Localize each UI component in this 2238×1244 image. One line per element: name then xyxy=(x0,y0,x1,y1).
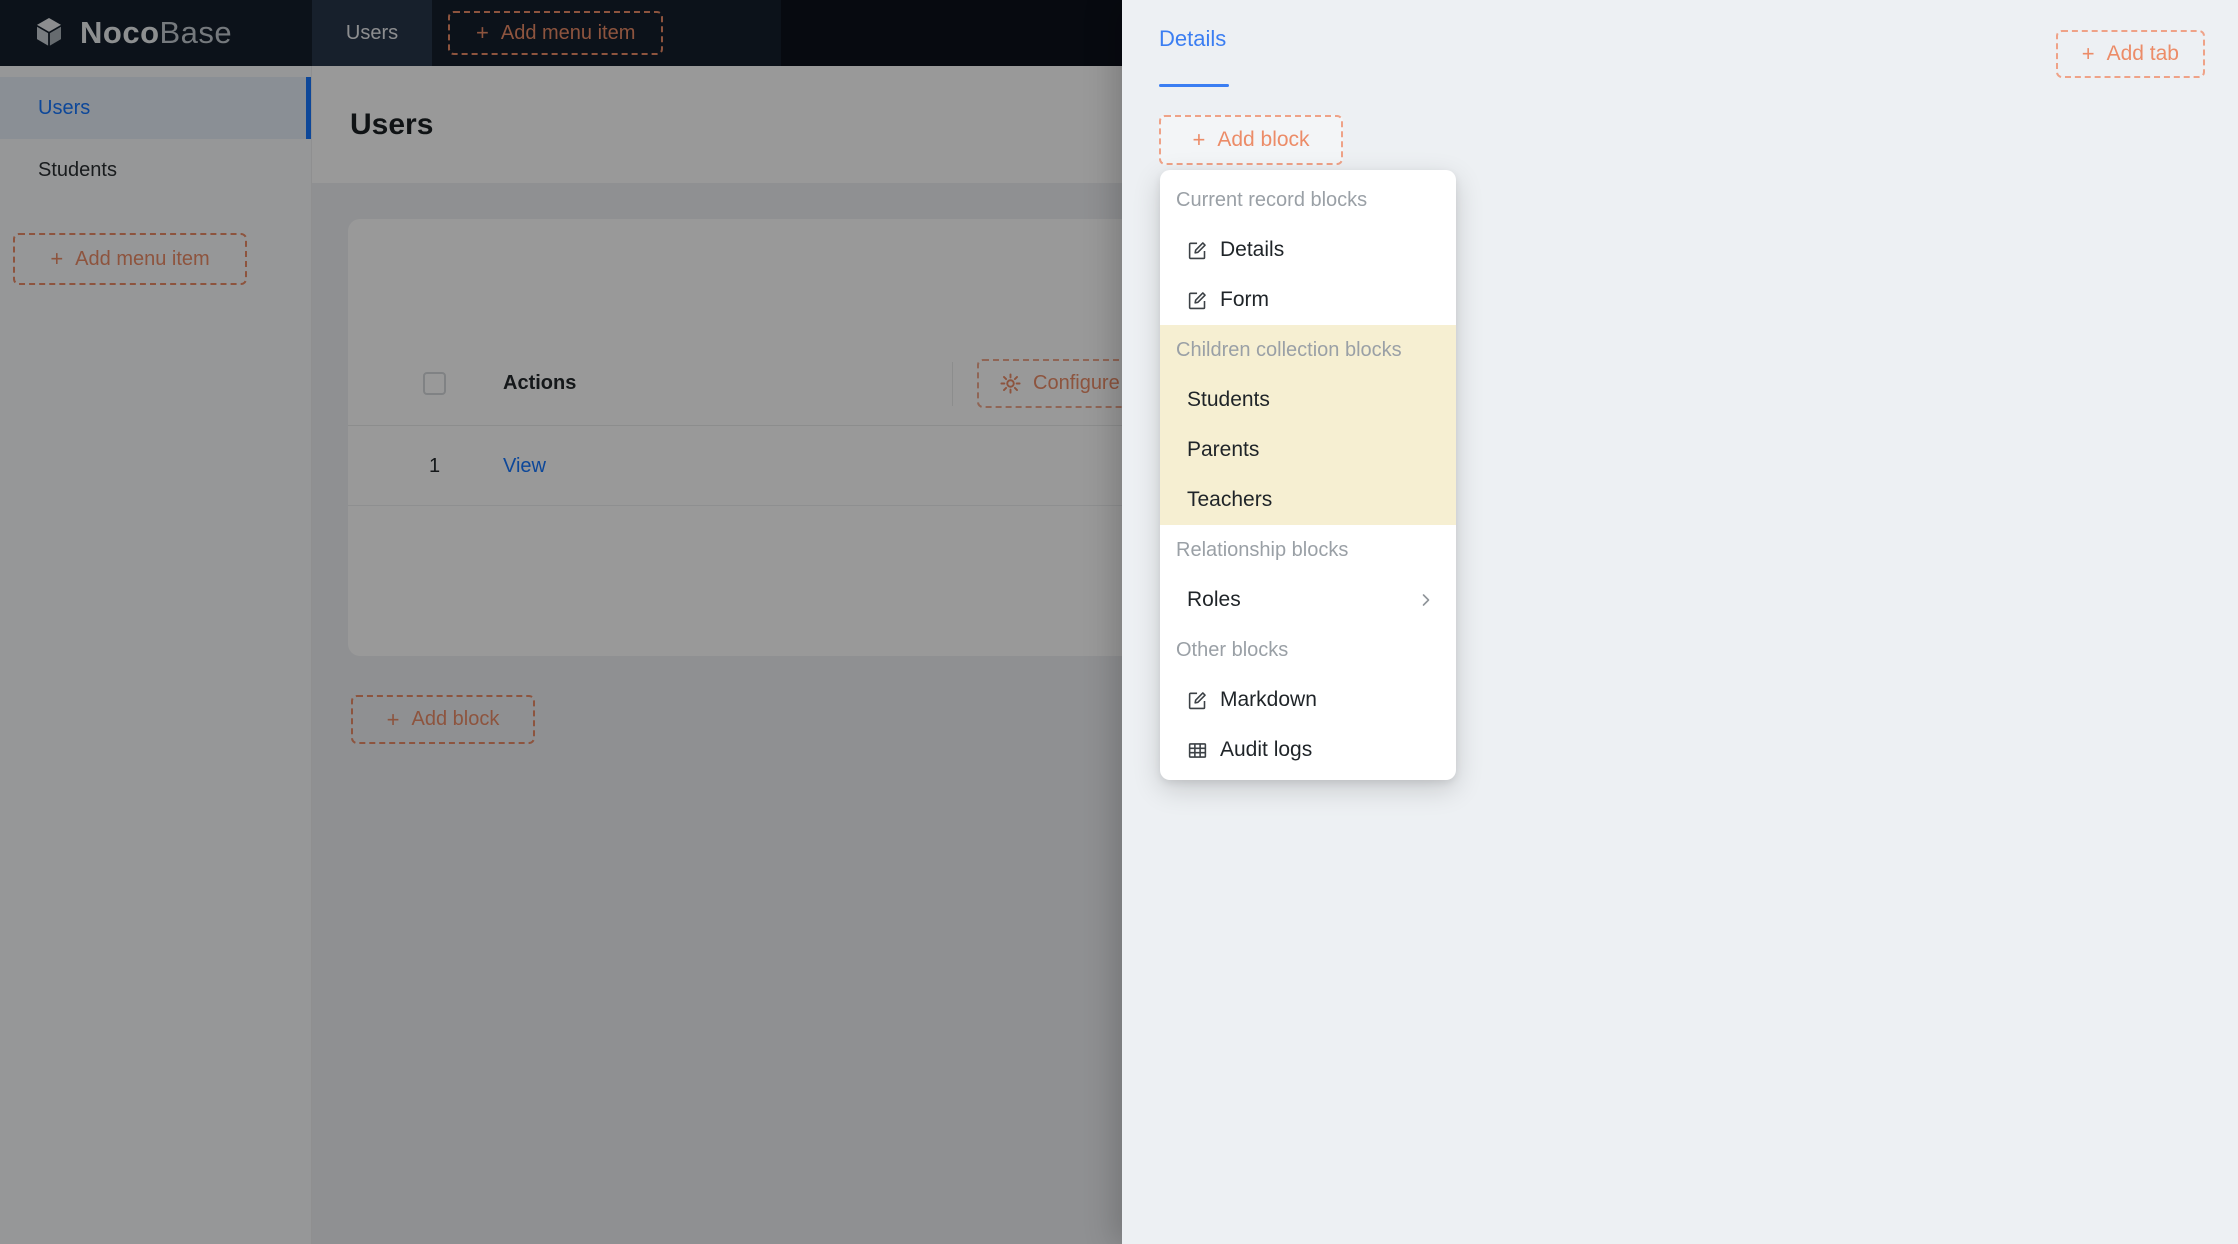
menu-item-label: Details xyxy=(1220,238,1284,262)
menu-group-label: Children collection blocks xyxy=(1160,325,1456,375)
menu-item-audit-logs[interactable]: Audit logs xyxy=(1160,725,1456,775)
menu-item-label: Form xyxy=(1220,288,1269,312)
add-block-dropdown-menu: Current record blocks Details xyxy=(1160,170,1456,780)
menu-group-label: Other blocks xyxy=(1160,625,1456,675)
menu-item-form[interactable]: Form xyxy=(1160,275,1456,325)
plus-icon: + xyxy=(2082,43,2095,65)
menu-item-label: Roles xyxy=(1187,588,1241,612)
menu-group-children-collection-blocks: Children collection blocks Students Pare… xyxy=(1160,325,1456,525)
form-icon xyxy=(1187,240,1208,261)
menu-item-label: Audit logs xyxy=(1220,738,1312,762)
form-icon xyxy=(1187,290,1208,311)
active-tab-underline xyxy=(1159,84,1229,87)
form-icon xyxy=(1187,690,1208,711)
drawer-tab-details[interactable]: Details xyxy=(1159,26,1226,52)
menu-item-details[interactable]: Details xyxy=(1160,225,1456,275)
chevron-right-icon xyxy=(1418,592,1434,608)
menu-group-other-blocks: Other blocks Markdown xyxy=(1160,625,1456,775)
menu-group-current-record-blocks: Current record blocks Details xyxy=(1160,175,1456,325)
table-icon xyxy=(1187,740,1208,761)
menu-item-label: Students xyxy=(1187,388,1270,412)
menu-item-students[interactable]: Students xyxy=(1160,375,1456,425)
menu-item-markdown[interactable]: Markdown xyxy=(1160,675,1456,725)
add-block-label: Add block xyxy=(1217,128,1309,152)
menu-item-teachers[interactable]: Teachers xyxy=(1160,475,1456,525)
nocobase-app: NocoBase Users + Add menu item Users Stu… xyxy=(0,0,2238,1244)
add-tab-label: Add tab xyxy=(2107,42,2179,66)
menu-item-label: Markdown xyxy=(1220,688,1317,712)
menu-item-label: Teachers xyxy=(1187,488,1272,512)
menu-item-parents[interactable]: Parents xyxy=(1160,425,1456,475)
record-drawer: Details + Add tab + Add block Current re… xyxy=(1122,0,2238,1244)
menu-item-roles[interactable]: Roles xyxy=(1160,575,1456,625)
drawer-add-block-button[interactable]: + Add block xyxy=(1159,115,1343,165)
menu-group-label: Current record blocks xyxy=(1160,175,1456,225)
menu-item-label: Parents xyxy=(1187,438,1259,462)
add-tab-button[interactable]: + Add tab xyxy=(2056,30,2205,78)
plus-icon: + xyxy=(1192,129,1205,151)
menu-group-relationship-blocks: Relationship blocks Roles xyxy=(1160,525,1456,625)
menu-group-label: Relationship blocks xyxy=(1160,525,1456,575)
